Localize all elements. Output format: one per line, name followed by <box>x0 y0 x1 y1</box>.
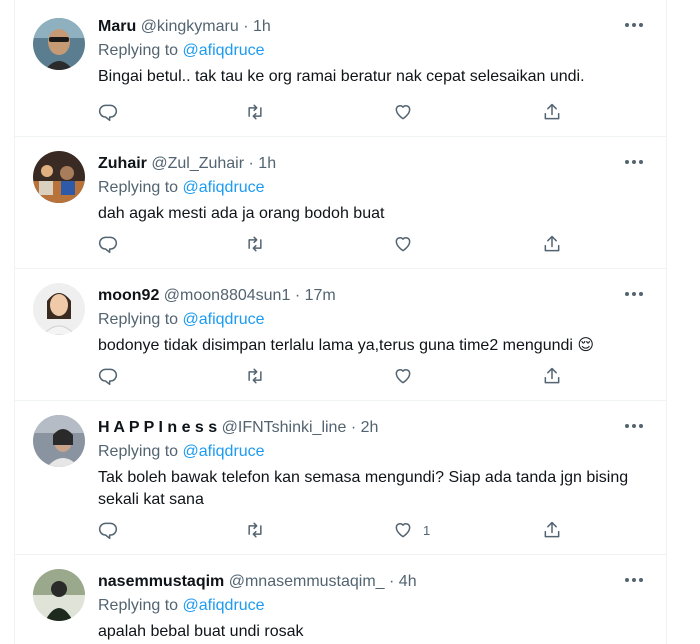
timestamp[interactable]: 2h <box>361 419 379 436</box>
replying-to-mention[interactable]: @afiqdruce <box>183 311 265 328</box>
display-name[interactable]: Maru <box>98 18 136 35</box>
more-icon[interactable] <box>622 153 646 171</box>
like-button[interactable] <box>393 233 423 255</box>
user-handle[interactable]: @kingkymaru <box>141 18 239 35</box>
share-button[interactable] <box>542 519 562 541</box>
separator-dot: · <box>243 18 249 35</box>
replying-to-mention[interactable]: @afiqdruce <box>183 597 265 614</box>
reply-button[interactable] <box>98 519 118 541</box>
like-button[interactable] <box>393 101 423 123</box>
tweet-header: moon92 @moon8804sun1 · 17m <box>98 287 336 305</box>
tweet-header: H A P P I n e s s @IFNTshinki_line · 2h <box>98 419 378 437</box>
replying-to: Replying to @afiqdruce <box>98 179 265 197</box>
user-handle[interactable]: @IFNTshinki_line <box>222 419 347 436</box>
reply-icon <box>98 104 118 122</box>
replying-to-label: Replying to <box>98 443 179 460</box>
like-count: 1 <box>423 522 431 538</box>
reply-feed: Maru @kingkymaru · 1h Replying to @afiqd… <box>14 0 667 644</box>
separator-dot: · <box>389 573 395 590</box>
more-icon[interactable] <box>622 417 646 435</box>
replying-to-label: Replying to <box>98 597 179 614</box>
like-icon <box>395 237 411 252</box>
timestamp[interactable]: 1h <box>258 155 276 172</box>
reply-icon <box>98 368 118 386</box>
more-icon[interactable] <box>622 571 646 589</box>
avatar[interactable] <box>33 415 85 467</box>
share-icon <box>544 521 560 538</box>
retweet-button[interactable] <box>245 365 265 387</box>
like-button[interactable]: 1 <box>393 519 430 541</box>
like-icon <box>395 369 411 384</box>
share-icon <box>544 235 560 252</box>
tweet-header: nasemmustaqim @mnasemmustaqim_ · 4h <box>98 573 417 591</box>
reply-icon <box>98 236 118 254</box>
more-icon[interactable] <box>622 16 646 34</box>
reply-button[interactable] <box>98 233 118 255</box>
like-button[interactable] <box>393 365 423 387</box>
tweet-text: Bingai betul.. tak tau ke org ramai bera… <box>98 68 585 85</box>
like-icon <box>395 523 411 538</box>
replying-to: Replying to @afiqdruce <box>98 443 265 461</box>
retweet-icon <box>248 522 262 538</box>
share-icon <box>544 103 560 120</box>
retweet-button[interactable] <box>245 519 265 541</box>
retweet-icon <box>248 236 262 252</box>
replying-to-label: Replying to <box>98 311 179 328</box>
tweet[interactable]: nasemmustaqim @mnasemmustaqim_ · 4h Repl… <box>15 555 666 644</box>
tweet-actions: 1 <box>98 519 568 541</box>
replying-to: Replying to @afiqdruce <box>98 597 265 615</box>
tweet[interactable]: Maru @kingkymaru · 1h Replying to @afiqd… <box>15 0 666 137</box>
tweet-header: Zuhair @Zul_Zuhair · 1h <box>98 155 276 173</box>
replying-to-label: Replying to <box>98 42 179 59</box>
reply-icon <box>98 522 118 540</box>
tweet-header: Maru @kingkymaru · 1h <box>98 18 271 36</box>
more-icon[interactable] <box>622 285 646 303</box>
reply-button[interactable] <box>98 101 118 123</box>
tweet-actions <box>98 365 568 387</box>
reply-button[interactable] <box>98 365 118 387</box>
avatar[interactable] <box>33 569 85 621</box>
timestamp[interactable]: 17m <box>305 287 336 304</box>
retweet-button[interactable] <box>245 233 265 255</box>
retweet-icon <box>248 104 262 120</box>
share-button[interactable] <box>542 365 562 387</box>
share-button[interactable] <box>542 101 562 123</box>
avatar[interactable] <box>33 151 85 203</box>
tweet[interactable]: moon92 @moon8804sun1 · 17m Replying to @… <box>15 269 666 401</box>
separator-dot: · <box>350 419 357 436</box>
replying-to-mention[interactable]: @afiqdruce <box>183 443 265 460</box>
share-icon <box>544 367 560 384</box>
avatar[interactable] <box>33 283 85 335</box>
tweet-actions <box>98 233 568 255</box>
retweet-button[interactable] <box>245 101 265 123</box>
replying-to-mention[interactable]: @afiqdruce <box>183 42 265 59</box>
tweet-text: bodonye tidak disimpan terlalu lama ya,t… <box>98 337 595 354</box>
tweet-actions <box>98 101 568 123</box>
separator-dot: · <box>294 287 301 304</box>
timestamp[interactable]: 1h <box>253 18 271 35</box>
display-name[interactable]: moon92 <box>98 287 159 304</box>
replying-to-label: Replying to <box>98 179 179 196</box>
user-handle[interactable]: @moon8804sun1 <box>164 287 291 304</box>
user-handle[interactable]: @mnasemmustaqim_ <box>229 573 385 590</box>
share-button[interactable] <box>542 233 562 255</box>
retweet-icon <box>248 368 262 384</box>
separator-dot: · <box>248 155 254 172</box>
tweet[interactable]: Zuhair @Zul_Zuhair · 1h Replying to @afi… <box>15 137 666 269</box>
user-handle[interactable]: @Zul_Zuhair <box>151 155 244 172</box>
timestamp[interactable]: 4h <box>399 573 417 590</box>
tweet-text: dah agak mesti ada ja orang bodoh buat <box>98 205 385 222</box>
display-name[interactable]: nasemmustaqim <box>98 573 224 590</box>
tweet-text: apalah bebal buat undi rosak <box>98 623 304 640</box>
tweet[interactable]: H A P P I n e s s @IFNTshinki_line · 2h … <box>15 401 666 555</box>
display-name[interactable]: H A P P I n e s s <box>98 419 217 436</box>
display-name[interactable]: Zuhair <box>98 155 147 172</box>
tweet-text: Tak boleh bawak telefon kan semasa mengu… <box>98 469 629 508</box>
replying-to: Replying to @afiqdruce <box>98 311 265 329</box>
avatar[interactable] <box>33 18 85 70</box>
like-icon <box>395 105 411 120</box>
replying-to-mention[interactable]: @afiqdruce <box>183 179 265 196</box>
replying-to: Replying to @afiqdruce <box>98 42 265 60</box>
